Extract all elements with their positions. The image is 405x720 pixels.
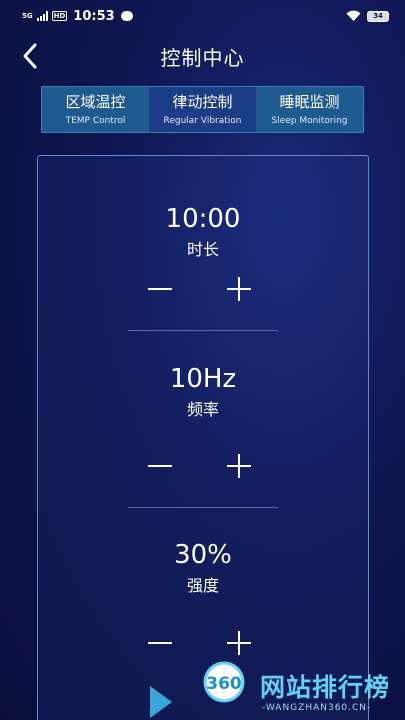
watermark-site-url: -WANGZHAN360.CN- [262, 703, 372, 713]
minus-icon [148, 288, 172, 290]
logo-360: 360 [203, 661, 245, 703]
status-right: 34 [346, 10, 389, 22]
intensity-section: 30% 强度 [38, 538, 368, 597]
minus-icon [148, 642, 172, 644]
tab-label: 区域温控 [65, 93, 126, 111]
signal-type: 5G [22, 11, 33, 20]
tab-bar: 区域温控 TEMP Control 律动控制 Regular Vibration… [41, 86, 364, 133]
duration-decrease-button[interactable] [145, 274, 175, 304]
intensity-value: 30% [174, 540, 232, 570]
duration-section: 10:00 时长 [38, 202, 368, 261]
duration-label: 时长 [186, 240, 219, 259]
wifi-icon [346, 10, 361, 21]
minus-icon [148, 465, 172, 467]
tab-label: 睡眠监测 [279, 93, 340, 111]
tab-temp-control[interactable]: 区域温控 TEMP Control [42, 87, 149, 132]
status-bar: 5G HD 10:53 34 [0, 0, 405, 32]
watermark: 360 网站排行榜 -WANGZHAN360.CN- [150, 660, 405, 720]
frequency-value: 10Hz [169, 364, 237, 394]
frequency-increase-button[interactable] [224, 451, 254, 481]
status-left: 5G HD 10:53 [22, 9, 133, 24]
play-icon [150, 686, 172, 718]
vibration-control-panel: 10:00 时长 10Hz 频率 30% 强度 [37, 155, 369, 720]
svg-text:360: 360 [206, 674, 242, 694]
tab-sublabel: Sleep Monitoring [271, 116, 348, 126]
tab-sleep-monitoring[interactable]: 睡眠监测 Sleep Monitoring [256, 87, 363, 132]
intensity-increase-button[interactable] [224, 628, 254, 658]
divider [128, 330, 278, 331]
duration-controls [38, 274, 368, 304]
battery-icon: 34 [367, 10, 389, 22]
status-time: 10:53 [73, 8, 115, 24]
frequency-section: 10Hz 频率 [38, 362, 368, 421]
page-title: 控制中心 [160, 46, 245, 70]
tab-regular-vibration[interactable]: 律动控制 Regular Vibration [149, 87, 256, 132]
intensity-decrease-button[interactable] [145, 628, 175, 658]
tab-sublabel: TEMP Control [65, 116, 126, 126]
hd-badge: HD [51, 11, 68, 21]
frequency-label: 频率 [186, 400, 219, 419]
message-icon [120, 11, 133, 21]
header: 控制中心 [0, 34, 405, 78]
tab-sublabel: Regular Vibration [163, 116, 242, 126]
divider [128, 507, 278, 508]
tab-label: 律动控制 [172, 93, 233, 111]
intensity-label: 强度 [186, 576, 219, 595]
frequency-controls [38, 451, 368, 481]
duration-value: 10:00 [165, 204, 241, 234]
signal-icon [36, 11, 48, 21]
intensity-controls [38, 628, 368, 658]
duration-increase-button[interactable] [224, 274, 254, 304]
frequency-decrease-button[interactable] [145, 451, 175, 481]
watermark-site-name: 网站排行榜 [260, 673, 391, 702]
